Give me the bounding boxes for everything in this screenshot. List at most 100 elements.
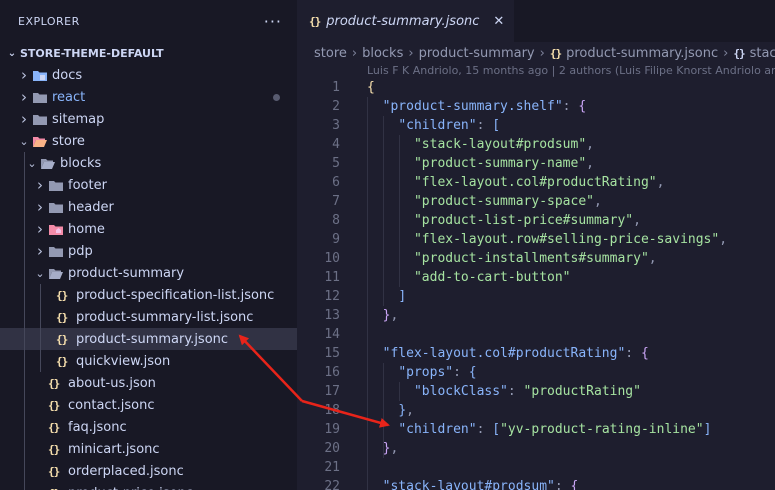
code-text: ] [340, 289, 406, 304]
indent-guide [24, 152, 25, 490]
code-line[interactable]: 10 "product-installments#summary", [297, 249, 775, 268]
folder-react[interactable]: › react [0, 86, 297, 108]
chevron-right-icon: › [37, 176, 43, 194]
code-token: "blockClass" [413, 384, 508, 399]
code-text: "add-to-cart-button" [340, 270, 571, 285]
code-token: , [586, 137, 594, 152]
code-editor[interactable]: 1{2 "product-summary.shelf": {3 "childre… [297, 78, 775, 490]
code-token: , [593, 194, 602, 209]
file-product-summary-list-jsonc[interactable]: {} product-summary-list.jsonc [0, 306, 297, 328]
code-line[interactable]: 16 "props": { [297, 363, 775, 382]
code-line[interactable]: 1{ [297, 78, 775, 97]
code-text: "stack-layout#prodsum", [340, 137, 594, 152]
code-line[interactable]: 9 "flex-layout.row#selling-price-savings… [297, 230, 775, 249]
tab-product-summary-jsonc[interactable]: {} product-summary.jsonc ✕ [297, 0, 515, 42]
code-line[interactable]: 11 "add-to-cart-button" [297, 268, 775, 287]
code-token: { [570, 479, 579, 490]
folder-store[interactable]: ⌄ store [0, 130, 297, 152]
json-file-icon: {} [48, 464, 60, 478]
code-token: : [554, 479, 571, 490]
code-line[interactable]: 15 "flex-layout.col#productRating": { [297, 344, 775, 363]
folder-blocks[interactable]: ⌄ blocks [0, 152, 297, 174]
breadcrumb-item[interactable]: stack-layo [750, 46, 775, 61]
code-line[interactable]: 2 "product-summary.shelf": { [297, 97, 775, 116]
code-text: "props": { [340, 365, 477, 380]
code-line[interactable]: 14 [297, 325, 775, 344]
tree-item-label: minicart.jsonc [68, 441, 160, 457]
code-text: "product-summary-space", [340, 194, 602, 209]
git-blame-annotation[interactable]: Luis F K Andriolo, 15 months ago | 2 aut… [297, 64, 775, 78]
file-product-specification-list-jsonc[interactable]: {} product-specification-list.jsonc [0, 284, 297, 306]
line-number: 15 [324, 346, 340, 361]
json-file-icon: {} [56, 310, 68, 324]
folder-footer[interactable]: › footer [0, 174, 297, 196]
json-file-icon: {} [56, 332, 68, 346]
tree-item-label: contact.jsonc [68, 397, 155, 413]
chevron-right-icon: › [21, 66, 27, 84]
folder-sitemap[interactable]: › sitemap [0, 108, 297, 130]
code-line[interactable]: 4 "stack-layout#prodsum", [297, 135, 775, 154]
code-line[interactable]: 5 "product-summary-name", [297, 154, 775, 173]
code-token: { [578, 99, 587, 114]
file-product-summary-jsonc[interactable]: {} product-summary.jsonc [0, 328, 297, 350]
folder-pdp[interactable]: › pdp [0, 240, 297, 262]
code-line[interactable]: 13 }, [297, 306, 775, 325]
breadcrumb-item[interactable]: blocks [362, 46, 403, 61]
code-line[interactable]: 8 "product-list-price#summary", [297, 211, 775, 230]
line-number: 17 [324, 384, 340, 399]
file-minicart-jsonc[interactable]: {} minicart.jsonc [0, 438, 297, 460]
json-file-icon: {} [48, 442, 60, 456]
code-token: "productRating" [523, 384, 641, 399]
folder-icon [48, 267, 68, 280]
code-line[interactable]: 3 "children": [ [297, 116, 775, 135]
code-token: , [633, 213, 641, 228]
line-number: 9 [332, 232, 340, 247]
code-line[interactable]: 19 "children": ["yv-product-rating-inlin… [297, 420, 775, 439]
tree-item-label: home [68, 221, 105, 237]
json-file-icon: {} [48, 376, 60, 390]
code-text: "stack-layout#prodsum": { [340, 479, 579, 490]
code-line[interactable]: 12 ] [297, 287, 775, 306]
line-number: 3 [332, 118, 340, 133]
code-line[interactable]: 21 [297, 458, 775, 477]
code-token: [ [492, 422, 501, 437]
code-line[interactable]: 6 "flex-layout.col#productRating", [297, 173, 775, 192]
file-product-price-jsonc[interactable]: {}product-price.jsonc [0, 482, 297, 490]
tree-item-label: product-price.jsonc [68, 486, 193, 490]
line-number: 7 [332, 194, 340, 209]
code-text: "children": ["yv-product-rating-inline"] [340, 422, 711, 437]
more-actions-icon[interactable]: ··· [264, 12, 282, 31]
breadcrumb-item[interactable]: product-summary.jsonc [566, 46, 718, 61]
folder-icon [48, 201, 68, 214]
code-line[interactable]: 18 }, [297, 401, 775, 420]
folder-header[interactable]: › header [0, 196, 297, 218]
code-token: "props" [398, 365, 454, 380]
code-token: { [468, 365, 477, 380]
breadcrumb-item[interactable]: product-summary [419, 46, 535, 61]
folder-home[interactable]: › home [0, 218, 297, 240]
code-line[interactable]: 20 }, [297, 439, 775, 458]
tab-label: product-summary.jsonc [326, 14, 480, 29]
file-orderplaced-jsonc[interactable]: {} orderplaced.jsonc [0, 460, 297, 482]
code-line[interactable]: 17 "blockClass": "productRating" [297, 382, 775, 401]
folder-product-summary[interactable]: ⌄ product-summary [0, 262, 297, 284]
code-text: "product-summary.shelf": { [340, 99, 587, 114]
file-quickview-json[interactable]: {} quickview.json [0, 350, 297, 372]
close-icon[interactable]: ✕ [493, 14, 504, 29]
line-number: 8 [332, 213, 340, 228]
chevron-right-icon: › [539, 45, 545, 61]
workspace-section-header[interactable]: ⌄ STORE-THEME-DEFAULT [0, 42, 297, 64]
code-token: , [719, 232, 728, 247]
tree-item-label: about-us.json [68, 375, 156, 391]
file-contact-jsonc[interactable]: {} contact.jsonc [0, 394, 297, 416]
breadcrumb-item[interactable]: store [314, 46, 347, 61]
file-about-us-json[interactable]: {} about-us.json [0, 372, 297, 394]
tree-item-label: product-specification-list.jsonc [76, 287, 275, 303]
json-file-icon: {} [56, 354, 68, 368]
code-line[interactable]: 7 "product-summary-space", [297, 192, 775, 211]
line-number: 6 [332, 175, 340, 190]
code-text: }, [340, 308, 399, 323]
folder-docs[interactable]: › docs [0, 64, 297, 86]
code-line[interactable]: 22 "stack-layout#prodsum": { [297, 477, 775, 490]
file-faq-jsonc[interactable]: {} faq.jsonc [0, 416, 297, 438]
